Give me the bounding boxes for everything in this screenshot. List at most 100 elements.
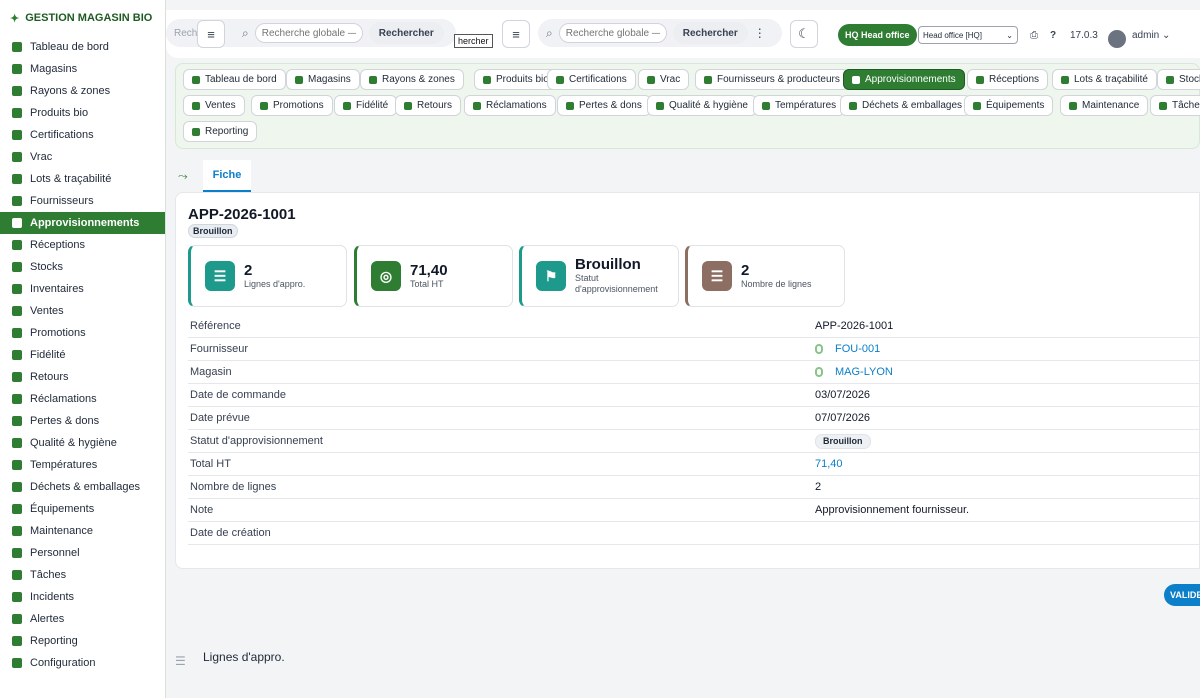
module-chip[interactable]: Retours [395,95,462,116]
sidebar-item[interactable]: Fournisseurs [0,190,165,212]
module-chip[interactable]: Approvisionnements [843,69,965,90]
sidebar-item[interactable]: Retours [0,366,165,388]
module-chip[interactable]: Ventes [183,95,245,116]
module-icon [1061,75,1069,84]
sidebar-item-label: Certifications [30,129,94,141]
module-chip[interactable]: Équipements [964,95,1054,116]
sidebar-item[interactable]: Approvisionnements [0,212,165,234]
nav-icon [12,394,22,404]
nav-icon [12,372,22,382]
menu-toggle-1[interactable]: ≡ [197,20,225,48]
sidebar-item[interactable]: Magasins [0,58,165,80]
module-icon [556,75,564,84]
module-chip[interactable]: Lots & traçabilité [1052,69,1157,90]
sidebar-item[interactable]: Fidélité [0,344,165,366]
brand[interactable]: ✦ GESTION MAGASIN BIO [0,0,165,36]
module-chip-label: Tableau de bord [205,74,277,85]
store-select[interactable]: Head office [HQ] ⌄ [918,26,1018,44]
field-value-link[interactable]: FOU-001 [815,343,880,355]
search-bar[interactable]: ⌕ Rechercher ⋮ [538,19,782,47]
field-label: Total HT [190,458,231,470]
module-chip[interactable]: Déchets & emballages [840,95,972,116]
module-chip[interactable]: Réclamations [464,95,556,116]
sidebar-item[interactable]: Déchets & emballages [0,476,165,498]
sidebar-item[interactable]: Promotions [0,322,165,344]
sidebar-item[interactable]: Lots & traçabilité [0,168,165,190]
field-label: Magasin [190,366,232,378]
module-chip[interactable]: Magasins [286,69,360,90]
user-menu[interactable]: admin ⌄ [1132,30,1170,41]
sidebar-item[interactable]: Alertes [0,608,165,630]
sidebar-item[interactable]: Pertes & dons [0,410,165,432]
hq-badge[interactable]: HQ Head office [838,24,917,46]
flag-icon: ⚑ [536,261,566,291]
sidebar-item[interactable]: Tâches [0,564,165,586]
module-chip[interactable]: Fournisseurs & producteurs [695,69,849,90]
sidebar-item-label: Fidélité [30,349,66,361]
nav-icon [12,636,22,646]
field-value-text: FOU-001 [835,343,881,355]
sidebar-item[interactable]: Reporting [0,630,165,652]
detail-row: Nombre de lignes 2 [188,476,1199,499]
nav-icon [12,108,22,118]
sidebar-item[interactable]: Réceptions [0,234,165,256]
sidebar-item[interactable]: Personnel [0,542,165,564]
print-icon[interactable]: ⎙ [1030,30,1038,41]
list-icon: ☰ [702,261,732,291]
module-icon [295,75,303,84]
more-icon[interactable]: ⋮ [754,26,766,40]
search-button-1[interactable]: Rechercher [368,22,444,44]
status-badge: Brouillon [188,224,238,238]
module-chip[interactable]: Tableau de bord [183,69,286,90]
validate-button[interactable]: VALIDE [1164,584,1200,606]
module-chip[interactable]: Vrac [638,69,690,90]
sidebar-item-label: Reporting [30,635,78,647]
sidebar-item[interactable]: Qualité & hygiène [0,432,165,454]
sidebar-item[interactable]: Produits bio [0,102,165,124]
module-chip[interactable]: Maintenance [1060,95,1149,116]
nav-icon [12,614,22,624]
sidebar-item[interactable]: Stocks [0,256,165,278]
module-chip[interactable]: Qualité & hygiène [647,95,757,116]
global-search-input-1[interactable] [254,23,363,43]
sidebar-item[interactable]: Certifications [0,124,165,146]
nav-icon [12,240,22,250]
search-button-2[interactable]: Rechercher [672,22,748,44]
sidebar-item[interactable]: Équipements [0,498,165,520]
sidebar-item-label: Maintenance [30,525,93,537]
module-chip[interactable]: Reporting [183,121,258,142]
sidebar-item[interactable]: Rayons & zones [0,80,165,102]
module-chip[interactable]: Certifications [547,69,636,90]
avatar[interactable] [1108,30,1126,48]
module-chip[interactable]: Produits bio [474,69,558,90]
sidebar-item-label: Vrac [30,151,53,163]
module-chip[interactable]: Promotions [251,95,333,116]
module-chip[interactable]: Fidélité [334,95,398,116]
sidebar-item[interactable]: Ventes [0,300,165,322]
sidebar-item[interactable]: Vrac [0,146,165,168]
sidebar-item[interactable]: Maintenance [0,520,165,542]
module-chip[interactable]: Réceptions [967,69,1049,90]
module-chip[interactable]: Températures [753,95,846,116]
theme-toggle[interactable]: ☾ [790,20,818,48]
menu-toggle-2[interactable]: ≡ [502,20,530,48]
global-search-input-2[interactable] [558,23,667,43]
sidebar-item[interactable]: Incidents [0,586,165,608]
module-chip[interactable]: Stock [1157,69,1200,90]
nav-icon [12,42,22,52]
sidebar-item[interactable]: Réclamations [0,388,165,410]
module-chip[interactable]: Rayons & zones [360,69,464,90]
stat-value: 71,40 [410,262,448,279]
sidebar-item[interactable]: Tableau de bord [0,36,165,58]
sidebar-item[interactable]: Configuration [0,652,165,674]
sidebar-item[interactable]: Inventaires [0,278,165,300]
module-chip-label: Qualité & hygiène [669,100,748,111]
module-chip[interactable]: Pertes & dons [557,95,651,116]
module-chip-label: Températures [775,100,837,111]
tab-fiche[interactable]: Fiche [203,160,251,192]
field-value-link[interactable]: MAG-LYON [815,366,893,378]
help-icon[interactable]: ? [1050,30,1056,41]
sidebar-item[interactable]: Températures [0,454,165,476]
module-chip[interactable]: Tâches [1150,95,1200,116]
sidebar-item-label: Retours [30,371,69,383]
